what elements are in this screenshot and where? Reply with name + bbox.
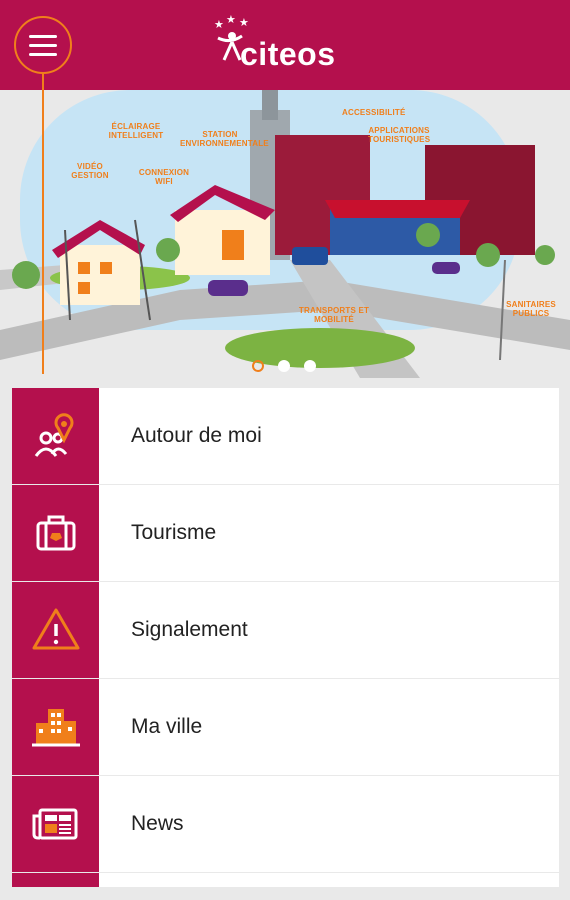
menu-item-autour-de-moi[interactable]: Autour de moi — [12, 388, 559, 484]
banner-label-applications: APPLICATIONS TOURISTIQUES — [368, 126, 431, 144]
smart-city-illustration — [0, 90, 570, 378]
banner-label-sanitaires: SANITAIRES PUBLICS — [506, 300, 556, 318]
app-header: ★ ★ ★ citeos — [0, 0, 570, 90]
menu-item-partial[interactable] — [12, 873, 559, 887]
menu-item-label: Tourisme — [131, 521, 217, 544]
carousel-dot-2[interactable] — [278, 360, 290, 372]
banner-label-eclairage: ÉCLAIRAGE INTELLIGENT — [108, 122, 164, 140]
city-buildings-icon — [31, 709, 80, 747]
newspaper-icon — [32, 808, 77, 840]
hamburger-menu-icon — [29, 34, 57, 38]
banner-label-transports: TRANSPORTS ET MOBILITÉ — [298, 306, 370, 324]
menu-item-ma-ville[interactable]: Ma ville — [12, 679, 559, 775]
menu-item-tourisme[interactable]: Tourisme — [12, 485, 559, 581]
banner-label-video: VIDÉO GESTION — [71, 162, 109, 180]
svg-text:★: ★ — [239, 16, 249, 29]
menu-item-news[interactable]: News — [12, 776, 559, 872]
suitcase-icon — [36, 515, 75, 551]
menu-item-label: Ma ville — [131, 715, 203, 738]
menu-item-signalement[interactable]: Signalement — [12, 582, 559, 678]
carousel-pagination — [252, 360, 316, 372]
hamburger-menu-button[interactable] — [14, 16, 72, 74]
main-menu-list: Autour de moi Tourisme Signalement Ma vi… — [12, 388, 559, 887]
banner-label-wifi: CONNEXION WIFI — [138, 168, 190, 186]
app-name: citeos — [240, 36, 336, 72]
svg-text:★: ★ — [226, 14, 236, 26]
carousel-dot-1[interactable] — [252, 360, 264, 372]
menu-guide-line — [42, 74, 44, 374]
svg-text:★: ★ — [214, 18, 224, 31]
menu-item-label: Signalement — [131, 618, 248, 641]
banner-label-station: STATION ENVIRONNEMENTALE — [180, 130, 269, 148]
carousel-dot-3[interactable] — [304, 360, 316, 372]
people-location-pin-icon — [34, 413, 73, 457]
banner-label-accessibilite: ACCESSIBILITÉ — [342, 108, 406, 117]
city-illustration-carousel[interactable]: VIDÉO GESTION ÉCLAIRAGE INTELLIGENT CONN… — [0, 90, 570, 378]
menu-item-label: Autour de moi — [131, 424, 262, 447]
app-logo: ★ ★ ★ citeos — [210, 14, 370, 76]
menu-item-label: News — [131, 812, 184, 835]
warning-triangle-icon — [32, 608, 79, 650]
